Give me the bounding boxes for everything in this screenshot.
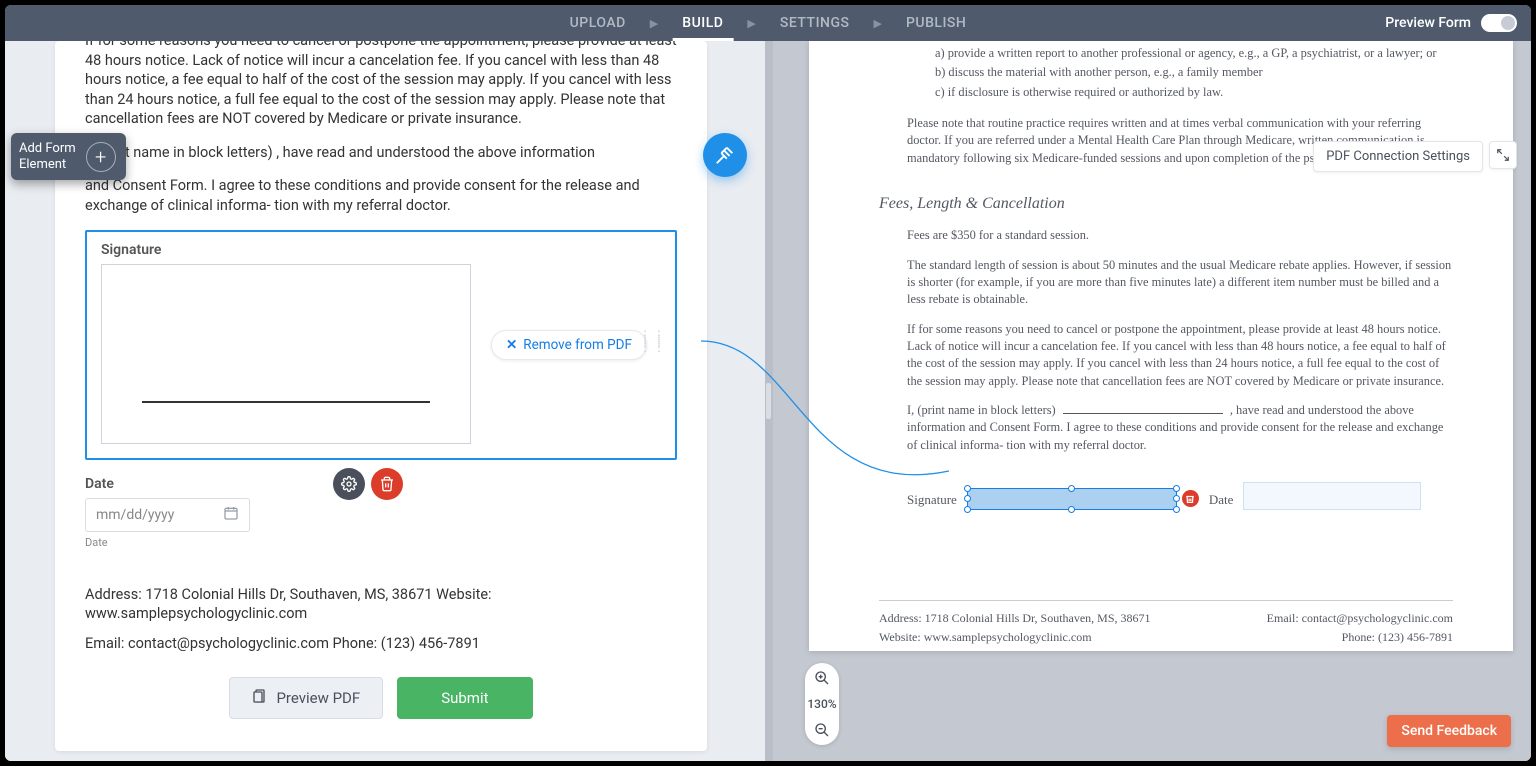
pane-splitter[interactable] (765, 41, 773, 761)
nav-upload[interactable]: UPLOAD (560, 5, 636, 41)
send-feedback-button[interactable]: Send Feedback (1387, 715, 1511, 747)
pdf-signature-field[interactable] (967, 488, 1177, 510)
chevron-right-icon: ▶ (747, 17, 755, 30)
zoom-in-button[interactable] (805, 663, 839, 693)
main-area: If for some reasons you need to cancel o… (5, 41, 1531, 761)
pdf-section-title: Fees, Length & Cancellation (879, 195, 1453, 213)
pdf-date-label: Date (1209, 492, 1234, 510)
drag-handle-icon[interactable]: ⋮⋮⋮⋮⋮⋮ (639, 332, 667, 350)
pdf-footer-website: Website: www.samplepsychologyclinic.com (879, 630, 1151, 645)
plus-icon: + (86, 142, 116, 172)
nav-publish[interactable]: PUBLISH (896, 5, 976, 41)
pdf-footer-phone: Phone: (123) 456-7891 (1267, 630, 1453, 645)
date-placeholder: mm/dd/yyyy (96, 507, 174, 523)
pdf-consent: I, (print name in block letters) , have … (907, 402, 1453, 454)
date-helper-text: Date (85, 536, 677, 549)
app-shell: UPLOAD ▶ BUILD ▶ SETTINGS ▶ PUBLISH Prev… (5, 5, 1531, 761)
add-element-label-1: Add Form (19, 141, 76, 157)
add-element-label-2: Element (19, 157, 76, 173)
zoom-controls: 130% (805, 663, 839, 745)
conditions-button[interactable] (703, 133, 747, 177)
preview-form-label: Preview Form (1385, 15, 1471, 31)
field-delete-button[interactable] (371, 468, 403, 500)
nav-settings[interactable]: SETTINGS (770, 5, 860, 41)
pdf-cancel: If for some reasons you need to cancel o… (907, 321, 1453, 390)
email-phone-line: Email: contact@psychologyclinic.com Phon… (85, 634, 677, 654)
consent-text: and Consent Form. I agree to these condi… (85, 176, 677, 215)
date-field-block: Date mm/dd/yyyy Date (85, 476, 677, 549)
remove-from-pdf-label: Remove from PDF (523, 337, 632, 353)
add-form-element-button[interactable]: Add Form Element + (11, 133, 126, 180)
zoom-out-button[interactable] (805, 715, 839, 745)
signature-line (142, 401, 430, 403)
pdf-footer-address: Address: 1718 Colonial Hills Dr, Southav… (879, 611, 1151, 626)
submit-button[interactable]: Submit (397, 677, 532, 719)
preview-pdf-label: Preview PDF (276, 689, 360, 707)
preview-form-toggle[interactable] (1481, 14, 1517, 32)
pdf-bullet-c: c) if disclosure is otherwise required o… (935, 84, 1453, 101)
calendar-icon (223, 505, 239, 525)
address-line: Address: 1718 Colonial Hills Dr, Southav… (85, 585, 677, 624)
chevron-right-icon: ▶ (874, 17, 882, 30)
form-card: If for some reasons you need to cancel o… (55, 41, 707, 751)
remove-from-pdf-button[interactable]: ✕ Remove from PDF (491, 330, 647, 360)
zoom-level-label: 130% (805, 693, 839, 715)
top-nav: UPLOAD ▶ BUILD ▶ SETTINGS ▶ PUBLISH (560, 5, 977, 41)
pdf-connection-settings-button[interactable]: PDF Connection Settings (1313, 141, 1483, 172)
field-settings-button[interactable] (333, 468, 365, 500)
submit-label: Submit (441, 689, 488, 707)
pdf-bullet-a: a) provide a written report to another p… (935, 45, 1453, 62)
signature-canvas[interactable] (101, 264, 471, 444)
signature-field-selected[interactable]: Signature ✕ Remove from PDF ⋮⋮⋮⋮⋮⋮ (85, 230, 677, 460)
pdf-date-field[interactable] (1243, 482, 1421, 510)
pdf-footer-email: Email: contact@psychologyclinic.com (1267, 611, 1453, 626)
chevron-right-icon: ▶ (650, 17, 658, 30)
signature-label: Signature (101, 242, 661, 258)
collapse-pane-button[interactable] (1489, 141, 1517, 169)
nav-build[interactable]: BUILD (672, 5, 733, 41)
date-input[interactable]: mm/dd/yyyy (85, 498, 250, 532)
pdf-page: a) provide a written report to another p… (809, 41, 1513, 651)
print-name-text: I, (print name in block letters) , have … (85, 143, 677, 163)
document-icon (252, 688, 268, 708)
name-blank-line (1063, 413, 1223, 414)
pdf-fees: Fees are $350 for a standard session. (907, 227, 1453, 244)
preview-pdf-button[interactable]: Preview PDF (229, 677, 383, 719)
cancel-policy-text: If for some reasons you need to cancel o… (85, 41, 677, 129)
pdf-field-delete-button[interactable] (1182, 490, 1199, 507)
pdf-length: The standard length of session is about … (907, 257, 1453, 309)
top-bar: UPLOAD ▶ BUILD ▶ SETTINGS ▶ PUBLISH Prev… (5, 5, 1531, 41)
close-icon: ✕ (506, 337, 517, 353)
pdf-signature-label: Signature (907, 492, 957, 510)
pdf-bullet-b: b) discuss the material with another per… (935, 64, 1453, 81)
